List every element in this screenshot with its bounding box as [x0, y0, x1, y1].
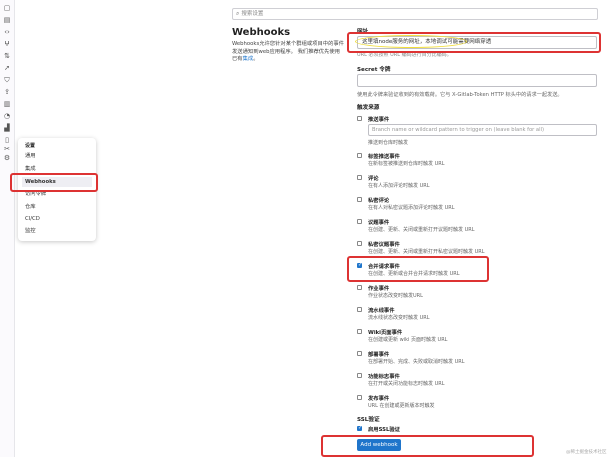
event-name: 私密议题事件 [368, 242, 400, 248]
annotation-box-merge-request [347, 256, 489, 282]
event-name: 标签推送事件 [368, 154, 400, 160]
menu-item-general[interactable]: 通用 [22, 151, 92, 161]
issues-icon[interactable]: ▢ [3, 5, 11, 12]
branch-filter-input[interactable]: Branch name or wildcard pattern to trigg… [368, 124, 597, 136]
event-checkbox-job[interactable] [357, 285, 362, 290]
event-name: 议题事件 [368, 220, 390, 226]
event-desc: 推送到仓库时触发 [368, 140, 409, 146]
settings-icon[interactable]: ⚙ [3, 155, 11, 162]
doc-icon[interactable]: ▤ [3, 17, 11, 24]
description-end: 。 [253, 56, 259, 62]
event-checkbox-comments[interactable] [357, 175, 362, 180]
page-title: Webhooks [232, 27, 291, 38]
menu-item-repository[interactable]: 仓库 [22, 202, 92, 212]
search-icon: ⌕ [236, 10, 240, 17]
event-checkbox-push[interactable] [357, 116, 362, 121]
search-input[interactable]: ⌕ 搜索设置 [232, 8, 598, 20]
event-desc: 在创建、更新、关闭或重新打开议题时触发 URL [368, 227, 475, 233]
chart-icon[interactable]: ▟ [3, 125, 11, 132]
shield-icon[interactable]: ⛉ [3, 77, 11, 84]
event-desc: 在有人添加评论时触发 URL [368, 183, 430, 189]
left-sidebar: ▢ ▤ ‹› ⵖ ⇅ ➚ ⛉ ⇪ ▥ ◔ ▟ ▯ ✂ ⚙ [0, 0, 15, 457]
deploy-icon[interactable]: ⇪ [3, 89, 11, 96]
secret-label: Secret 令牌 [357, 67, 391, 73]
merge-request-icon[interactable]: ⇅ [3, 53, 11, 60]
event-desc: 流水线状态改变时触发 URL [368, 315, 430, 321]
event-name: Wiki页面事件 [368, 330, 403, 336]
event-desc: 在有人对私密议题添加评论时触发 URL [368, 205, 455, 211]
event-desc: 作业状态改变时触发URL [368, 293, 423, 299]
ssl-checkbox[interactable] [357, 425, 362, 431]
snippet-icon[interactable]: ✂ [3, 146, 11, 153]
trigger-label: 触发来源 [357, 105, 380, 111]
event-desc: 在创建或更新 wiki 页面时触发 URL [368, 337, 448, 343]
event-checkbox-confidential-comments[interactable] [357, 197, 362, 202]
annotation-oval-url [355, 35, 467, 48]
event-checkbox-wiki[interactable] [357, 329, 362, 334]
branch-icon[interactable]: ⵖ [3, 41, 11, 48]
menu-item-monitor[interactable]: 监控 [22, 226, 92, 236]
event-desc: 在打开或关闭功能标志时触发 URL [368, 381, 445, 387]
event-checkbox-deployment[interactable] [357, 351, 362, 356]
annotation-box-add-webhook [321, 435, 534, 457]
event-name: 流水线事件 [368, 308, 395, 314]
event-name: 作业事件 [368, 286, 390, 292]
book-icon[interactable]: ▯ [3, 137, 11, 144]
event-checkbox-release[interactable] [357, 395, 362, 400]
page-description: Webhooks允许您针对某个群组或项目中的事件发送通知到web应用程序。 我们… [232, 41, 344, 64]
watermark: @稀土掘金技术社区 [566, 450, 607, 455]
event-name: 推送事件 [368, 117, 390, 123]
event-name: 私密评论 [368, 198, 390, 204]
event-desc: 在新标签被推送到仓库时触发 URL [368, 161, 445, 167]
event-desc: 在创建、更新、关闭或重新打开私密议题时触发 URL [368, 249, 485, 255]
secret-help: 使用此令牌来验证收到的有效载荷。它与 X-Gitlab-Token HTTP 标… [357, 92, 563, 98]
event-name: 评论 [368, 176, 379, 182]
rocket-icon[interactable]: ➚ [3, 65, 11, 72]
server-icon[interactable]: ▥ [3, 101, 11, 108]
event-desc: 在部署开始、完成、失败或取消时触发 URL [368, 359, 465, 365]
menu-header: 设置 [25, 143, 36, 149]
secret-token-input[interactable] [357, 74, 597, 87]
search-placeholder: 搜索设置 [241, 11, 264, 17]
ssl-label: SSL验证 [357, 417, 380, 423]
event-name: 部署事件 [368, 352, 390, 358]
event-checkbox-feature-flag[interactable] [357, 373, 362, 378]
event-checkbox-confidential-issues[interactable] [357, 241, 362, 246]
event-name: 功能标志事件 [368, 374, 400, 380]
code-icon[interactable]: ‹› [3, 29, 11, 36]
event-checkbox-pipeline[interactable] [357, 307, 362, 312]
event-checkbox-tag-push[interactable] [357, 153, 362, 158]
event-checkbox-issues[interactable] [357, 219, 362, 224]
annotation-box-webhooks-menu [10, 173, 98, 192]
integrations-link[interactable]: 集成 [243, 56, 254, 62]
event-name: 发布事件 [368, 396, 390, 402]
ssl-option-label: 启用SSL验证 [368, 427, 400, 433]
monitor-icon[interactable]: ◔ [3, 113, 11, 120]
event-desc: URL 在创建或更新版本时触发 [368, 403, 435, 409]
menu-item-cicd[interactable]: CI/CD [22, 214, 92, 224]
